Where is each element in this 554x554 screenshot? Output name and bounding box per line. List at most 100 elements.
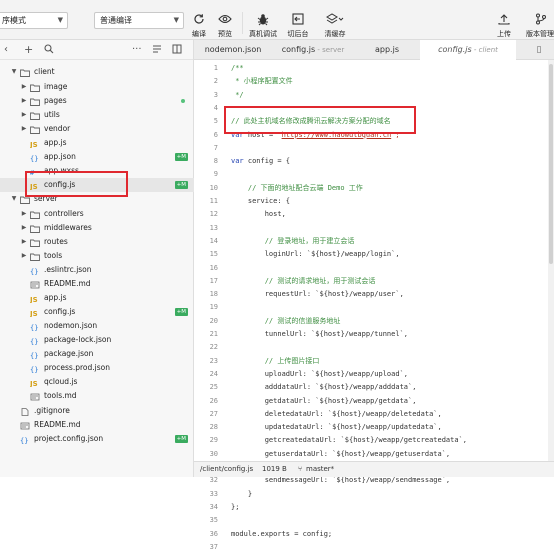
chevron-right-icon[interactable]: ▶ xyxy=(20,122,28,136)
tree-item-eslintrc-json[interactable]: {} .eslintrc.json xyxy=(0,263,194,277)
line-number: 30 xyxy=(209,449,218,458)
code-line[interactable]: service: { xyxy=(231,195,290,208)
code-line[interactable]: } xyxy=(231,488,252,501)
tab-nodemon-json[interactable]: nodemon.json xyxy=(194,40,272,60)
tree-item-qcloud-js[interactable]: JS qcloud.js xyxy=(0,375,194,389)
tree-item-routes[interactable]: ▶ routes xyxy=(0,235,194,249)
chevron-right-icon[interactable]: ▶ xyxy=(20,221,28,235)
tree-item-app-js[interactable]: JS app.js xyxy=(0,291,194,305)
code-line[interactable]: getcreatedataUrl: `${host}/weapp/getcrea… xyxy=(231,434,467,447)
tree-item-label: process.prod.json xyxy=(44,363,110,372)
chevron-down-icon[interactable]: ▼ xyxy=(10,192,18,206)
chevron-right-icon[interactable]: ▶ xyxy=(20,80,28,94)
chevron-right-icon[interactable]: ▶ xyxy=(20,108,28,122)
code-line[interactable]: // 下面的地址配合云端 Demo 工作 xyxy=(231,182,363,195)
code-line[interactable]: host, xyxy=(231,208,286,221)
tree-item-pages[interactable]: ▶ pages xyxy=(0,94,194,108)
version-manage-label: 版本管理 xyxy=(526,30,554,38)
code-line[interactable]: // 测试的信道服务地址 xyxy=(231,315,341,328)
mode-select[interactable]: 序模式 ▼ xyxy=(0,12,68,29)
branch-icon: ⑂ xyxy=(298,465,303,473)
code-line[interactable]: tunnelUrl: `${host}/weapp/tunnel`, xyxy=(231,328,408,341)
remote-debug-button[interactable]: 真机调试 xyxy=(248,11,278,39)
tree-item-project-config-json[interactable]: {} project.config.json +M xyxy=(0,432,194,446)
tree-item-middlewares[interactable]: ▶ middlewares xyxy=(0,221,194,235)
switch-background-button[interactable]: 切后台 xyxy=(283,11,313,39)
code-token: // 测试的请求地址，用于测试会话 xyxy=(231,276,376,285)
search-icon[interactable] xyxy=(44,44,54,58)
tree-item-app-js[interactable]: JS app.js xyxy=(0,136,194,150)
tree-item-package-lock-json[interactable]: {} package-lock.json xyxy=(0,333,194,347)
tree-item-label: controllers xyxy=(44,209,84,218)
upload-button[interactable]: 上传 xyxy=(489,11,519,39)
tree-item-config-js[interactable]: JS config.js +M xyxy=(0,305,194,319)
code-line[interactable]: updatedataUrl: `${host}/weapp/updatedata… xyxy=(231,421,442,434)
tree-item-tools[interactable]: ▶ tools xyxy=(0,249,194,263)
code-line[interactable]: var config = { xyxy=(231,155,290,168)
code-line[interactable]: module.exports = config; xyxy=(231,528,332,541)
tree-item-readme-md[interactable]: README.md xyxy=(0,277,194,291)
split-view-icon[interactable] xyxy=(172,44,182,58)
svg-text:{}: {} xyxy=(20,437,28,444)
tab-app-js[interactable]: app.js xyxy=(354,40,420,60)
tree-item-controllers[interactable]: ▶ controllers xyxy=(0,207,194,221)
tree-item-app-json[interactable]: {} app.json +M xyxy=(0,150,194,164)
line-number: 11 xyxy=(209,197,218,205)
tab-server-config-js[interactable]: config.js - server xyxy=(272,40,354,60)
tree-item-tools-md[interactable]: tools.md xyxy=(0,389,194,403)
code-line[interactable]: }; xyxy=(231,501,239,514)
tree-item-process-prod-json[interactable]: {} process.prod.json xyxy=(0,361,194,375)
code-line[interactable]: // 上传图片接口 xyxy=(231,355,320,368)
collapse-sidebar-icon[interactable]: ‹ xyxy=(4,44,8,56)
code-line[interactable]: getdataUrl: `${host}/weapp/getdata`, xyxy=(231,395,417,408)
code-line[interactable]: */ xyxy=(231,89,243,102)
chevron-right-icon[interactable]: ▶ xyxy=(20,94,28,108)
tree-item-package-json[interactable]: {} package.json xyxy=(0,347,194,361)
code-line[interactable]: loginUrl: `${host}/weapp/login`, xyxy=(231,248,400,261)
editor-tabs: nodemon.json config.js - server app.js c… xyxy=(194,40,554,60)
code-line[interactable]: // 测试的请求地址，用于测试会话 xyxy=(231,275,376,288)
code-token: } xyxy=(231,489,253,498)
tree-item-readme-md[interactable]: README.md xyxy=(0,418,194,432)
tree-item-client[interactable]: ▼ client xyxy=(0,65,194,79)
line-number: 36 xyxy=(209,529,218,538)
svg-text:{}: {} xyxy=(30,338,38,345)
chevron-right-icon[interactable]: ▶ xyxy=(20,235,28,249)
chevron-down-icon[interactable]: ▼ xyxy=(10,65,18,79)
code-line[interactable]: // 登录地址，用于建立会话 xyxy=(231,235,355,248)
mode-select-value: 序模式 xyxy=(2,16,26,25)
code-line[interactable]: uploadUrl: `${host}/weapp/upload`, xyxy=(231,368,408,381)
line-number: 33 xyxy=(209,489,218,498)
code-line[interactable]: /** xyxy=(231,62,244,75)
tree-item-image[interactable]: ▶ image xyxy=(0,80,194,94)
editor-scrollbar[interactable] xyxy=(548,60,554,461)
line-number: 28 xyxy=(209,423,218,432)
git-branch[interactable]: master* xyxy=(306,462,334,477)
code-line[interactable]: * 小程序配置文件 xyxy=(231,75,292,88)
tab-overflow-icon[interactable]: ▯ xyxy=(530,40,548,60)
clear-cache-button[interactable]: 清缓存 xyxy=(320,11,350,39)
tree-item-gitignore[interactable]: .gitignore xyxy=(0,404,194,418)
tree-item-label: project.config.json xyxy=(34,434,104,443)
preview-button[interactable]: 预览 xyxy=(210,11,240,39)
collapse-all-icon[interactable] xyxy=(152,44,162,58)
tree-item-vendor[interactable]: ▶ vendor xyxy=(0,122,194,136)
tree-item-label: package.json xyxy=(44,349,94,358)
tab-client-config-js[interactable]: config.js - client xyxy=(420,40,516,60)
compile-select[interactable]: 普通编译 ▼ xyxy=(94,12,184,29)
add-file-icon[interactable]: + xyxy=(24,44,33,56)
tree-item-nodemon-json[interactable]: {} nodemon.json xyxy=(0,319,194,333)
more-icon[interactable]: ··· xyxy=(132,44,142,56)
chevron-right-icon[interactable]: ▶ xyxy=(20,207,28,221)
json-file-icon: {} xyxy=(20,435,30,449)
chevron-right-icon[interactable]: ▶ xyxy=(20,249,28,263)
code-line[interactable]: adddataUrl: `${host}/weapp/adddata`, xyxy=(231,381,417,394)
tree-item-utils[interactable]: ▶ utils xyxy=(0,108,194,122)
code-line[interactable]: requestUrl: `${host}/weapp/user`, xyxy=(231,288,404,301)
code-line[interactable]: getuserdataUrl: `${host}/weapp/getuserda… xyxy=(231,448,450,461)
version-manage-button[interactable]: 版本管理 xyxy=(524,11,554,39)
scrollbar-thumb[interactable] xyxy=(549,64,553,264)
code-line[interactable]: deletedataUrl: `${host}/weapp/deletedata… xyxy=(231,408,442,421)
svg-text:{}: {} xyxy=(30,352,38,359)
bug-icon xyxy=(248,11,278,27)
